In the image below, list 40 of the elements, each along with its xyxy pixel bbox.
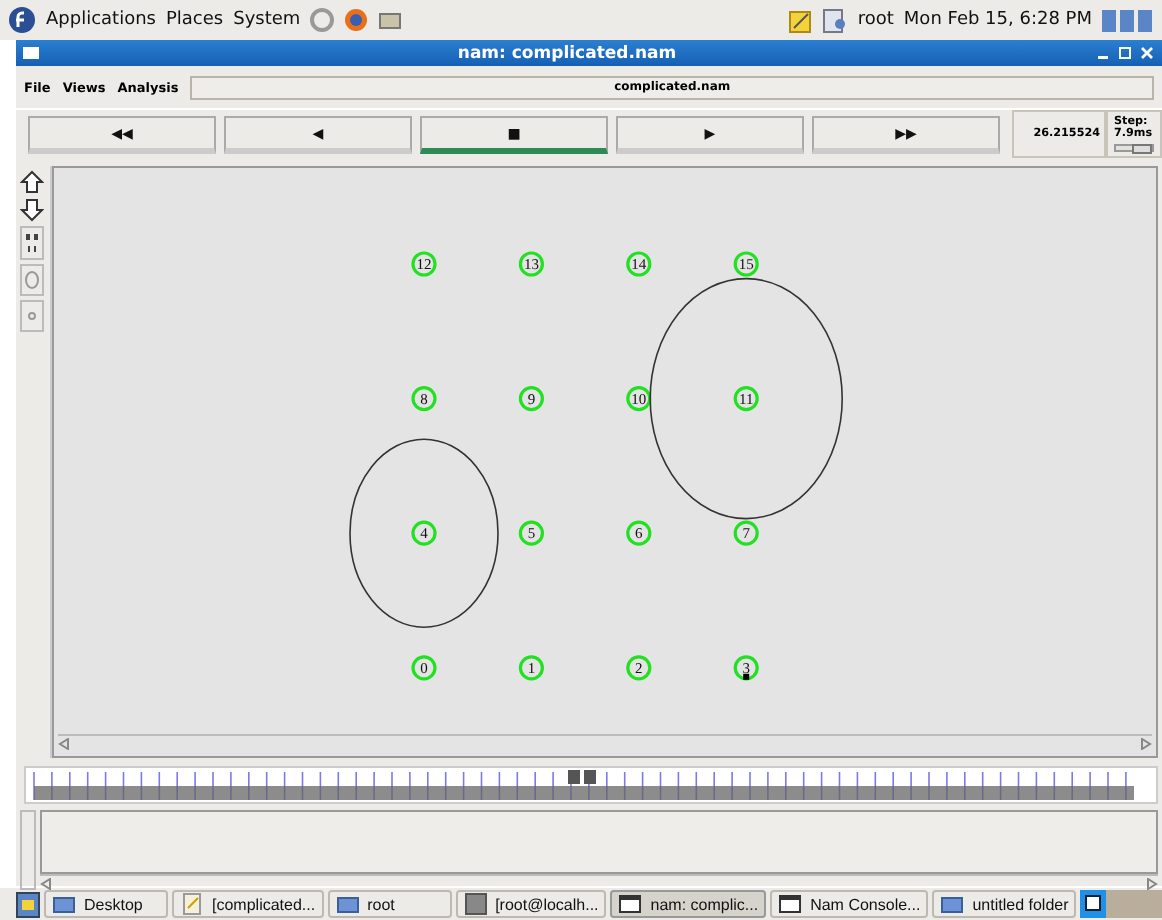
step-slider[interactable]	[1114, 144, 1154, 152]
folder-icon	[335, 892, 360, 916]
panel-menu[interactable]: Applications	[46, 10, 156, 30]
taskbar-item[interactable]: untitled folder	[932, 890, 1077, 918]
zoom-in-icon[interactable]	[20, 170, 44, 194]
vertical-scrollbar[interactable]	[20, 810, 36, 890]
notepad-icon[interactable]	[787, 7, 812, 33]
fedora-logo-icon[interactable]	[8, 6, 36, 34]
show-desktop-icon[interactable]	[16, 891, 40, 917]
workspace-switcher[interactable]	[1080, 890, 1162, 918]
user-name: root	[857, 10, 894, 30]
folder-icon	[52, 892, 76, 916]
edit-tool-icon[interactable]	[20, 226, 44, 260]
taskbar-item[interactable]: Nam Console...	[770, 890, 929, 918]
clock[interactable]: Mon Feb 15, 6:28 PM	[903, 10, 1092, 30]
applet-icon[interactable]	[1102, 6, 1154, 34]
folder-icon	[940, 892, 965, 916]
window-icon	[618, 892, 643, 916]
taskbar-item[interactable]: root	[327, 890, 452, 918]
scroll-right-icon[interactable]	[1140, 737, 1152, 749]
scroll-left-icon[interactable]	[40, 877, 52, 889]
close-icon[interactable]	[1138, 44, 1156, 62]
slider-thumb[interactable]	[1131, 144, 1152, 154]
scroll-left-icon[interactable]	[58, 737, 70, 749]
window-icon	[778, 892, 803, 916]
globe-icon[interactable]	[344, 8, 369, 32]
terminal-icon	[463, 892, 488, 916]
window-title: nam: complicated.nam	[455, 43, 679, 63]
window-menu-icon[interactable]	[22, 46, 40, 60]
taskbar-item[interactable]: [complicated...	[172, 890, 324, 918]
taskbar-item[interactable]: Desktop	[44, 890, 168, 918]
panel-menu[interactable]: Places	[165, 10, 224, 30]
zoom-out-icon[interactable]	[20, 198, 44, 222]
taskbar-item[interactable]: nam: complic...	[610, 890, 767, 918]
maximize-icon[interactable]	[1116, 44, 1134, 62]
panel-menu[interactable]: System	[233, 10, 301, 30]
taskbar-item[interactable]: [root@localh...	[455, 890, 607, 918]
timeline-slider[interactable]	[567, 770, 595, 786]
note-icon	[180, 892, 204, 916]
scroll-right-icon[interactable]	[1146, 877, 1158, 889]
